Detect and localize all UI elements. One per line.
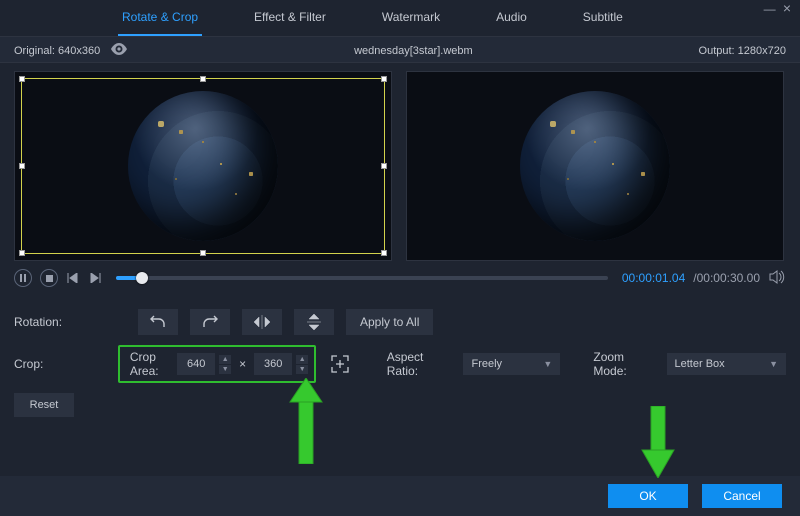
- tab-rotate-crop[interactable]: Rotate & Crop: [118, 10, 202, 36]
- timeline-slider[interactable]: [116, 276, 608, 280]
- zoom-mode-select[interactable]: Letter Box ▼: [667, 353, 787, 375]
- aspect-ratio-label: Aspect Ratio:: [387, 350, 452, 378]
- crop-freeform-icon[interactable]: [328, 351, 352, 377]
- chevron-down-icon: ▼: [543, 359, 552, 369]
- time-current: 00:00:01.04: [622, 271, 685, 285]
- crop-handle-tr[interactable]: [381, 76, 387, 82]
- crop-width-up[interactable]: ▲: [219, 355, 231, 364]
- close-icon[interactable]: ×: [780, 0, 794, 16]
- tabs-bar: Rotate & Crop Effect & Filter Watermark …: [0, 0, 800, 37]
- crop-row: Crop: Crop Area: ▲ ▼ × ▲ ▼: [14, 345, 786, 383]
- preview-row: [0, 63, 800, 261]
- times-symbol: ×: [239, 357, 246, 371]
- aspect-ratio-select[interactable]: Freely ▼: [463, 353, 560, 375]
- crop-handle-bm[interactable]: [200, 250, 206, 256]
- output-dimensions-label: Output: 1280x720: [699, 45, 786, 57]
- stop-button[interactable]: [40, 269, 58, 287]
- pause-button[interactable]: [14, 269, 32, 287]
- timeline-thumb[interactable]: [136, 272, 148, 284]
- volume-icon[interactable]: [768, 270, 786, 287]
- crop-label: Crop:: [14, 357, 68, 371]
- info-bar: Original: 640x360 wednesday[3star].webm …: [0, 37, 800, 63]
- playback-controls: 00:00:01.04 /00:00:30.00: [0, 261, 800, 291]
- aspect-ratio-value: Freely: [471, 358, 502, 370]
- filename-label: wednesday[3star].webm: [128, 45, 698, 57]
- rotate-right-button[interactable]: [190, 309, 230, 335]
- flip-horizontal-button[interactable]: [242, 309, 282, 335]
- annotation-arrow-ok: [638, 406, 678, 478]
- crop-height-stepper[interactable]: ▲ ▼: [254, 353, 308, 375]
- prev-frame-button[interactable]: [66, 269, 80, 287]
- crop-handle-tm[interactable]: [200, 76, 206, 82]
- minimize-icon[interactable]: —: [763, 2, 777, 16]
- annotation-arrow-crop: [286, 378, 326, 464]
- crop-handle-mr[interactable]: [381, 163, 387, 169]
- rotate-left-button[interactable]: [138, 309, 178, 335]
- original-dimensions-label: Original: 640x360: [14, 45, 100, 57]
- flip-vertical-button[interactable]: [294, 309, 334, 335]
- crop-area-label: Crop Area:: [130, 350, 169, 378]
- crop-handle-ml[interactable]: [19, 163, 25, 169]
- crop-height-up[interactable]: ▲: [296, 355, 308, 364]
- crop-handle-tl[interactable]: [19, 76, 25, 82]
- window-controls: — ×: [763, 0, 794, 16]
- reset-button[interactable]: Reset: [14, 393, 74, 417]
- timeline-progress: [116, 276, 138, 280]
- next-frame-button[interactable]: [88, 269, 102, 287]
- crop-handle-br[interactable]: [381, 250, 387, 256]
- ok-button[interactable]: OK: [608, 484, 688, 508]
- output-preview: [406, 71, 784, 261]
- crop-handle-bl[interactable]: [19, 250, 25, 256]
- video-frame-content: [520, 91, 670, 241]
- tab-watermark[interactable]: Watermark: [378, 10, 444, 36]
- source-preview[interactable]: [14, 71, 392, 261]
- tab-subtitle[interactable]: Subtitle: [579, 10, 627, 36]
- apply-to-all-button[interactable]: Apply to All: [346, 309, 433, 335]
- crop-height-input[interactable]: [254, 353, 292, 375]
- time-total: /00:00:30.00: [693, 271, 760, 285]
- tab-effect-filter[interactable]: Effect & Filter: [250, 10, 330, 36]
- footer-bar: OK Cancel: [0, 476, 800, 516]
- zoom-mode-value: Letter Box: [675, 358, 725, 370]
- cancel-button[interactable]: Cancel: [702, 484, 782, 508]
- crop-width-stepper[interactable]: ▲ ▼: [177, 353, 231, 375]
- crop-frame[interactable]: [21, 78, 385, 254]
- rotation-row: Rotation: Apply to All: [14, 309, 786, 335]
- zoom-mode-label: Zoom Mode:: [593, 350, 654, 378]
- chevron-down-icon: ▼: [769, 359, 778, 369]
- preview-visibility-icon[interactable]: [110, 43, 128, 58]
- crop-width-down[interactable]: ▼: [219, 365, 231, 374]
- crop-height-down[interactable]: ▼: [296, 365, 308, 374]
- crop-width-input[interactable]: [177, 353, 215, 375]
- settings-panel: Rotation: Apply to All Crop: Crop Area: …: [0, 291, 800, 417]
- tab-audio[interactable]: Audio: [492, 10, 531, 36]
- rotation-label: Rotation:: [14, 315, 74, 329]
